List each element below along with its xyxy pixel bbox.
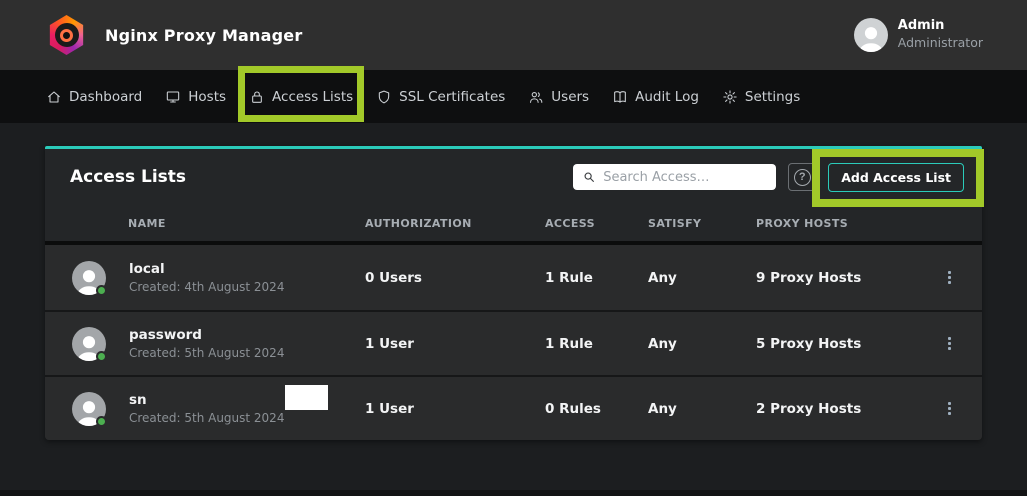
satisfy-value: Any: [648, 336, 756, 352]
access-value: 1 Rule: [545, 270, 648, 286]
online-status-dot: [96, 416, 107, 427]
access-value: 1 Rule: [545, 336, 648, 352]
logo-core: [55, 23, 79, 47]
gear-icon: [722, 89, 738, 105]
column-header-proxy-hosts: PROXY HOSTS: [756, 217, 916, 230]
proxy-hosts-value: 5 Proxy Hosts: [756, 336, 916, 352]
nav-label: Users: [551, 89, 589, 105]
user-menu[interactable]: Admin Administrator: [854, 18, 983, 52]
name-block: local Created: 4th August 2024: [129, 260, 284, 295]
row-avatar-holder: [72, 261, 106, 295]
nav-item-dashboard[interactable]: Dashboard: [46, 70, 142, 123]
column-header-access: ACCESS: [545, 217, 648, 230]
nav-label: Dashboard: [69, 89, 142, 105]
brand: Nginx Proxy Manager: [48, 15, 302, 55]
users-icon: [528, 89, 544, 105]
main-nav: Dashboard Hosts Access Lists SSL Certifi…: [0, 70, 1027, 123]
search-icon: [582, 170, 596, 184]
name-block: sn Created: 5th August 2024: [129, 391, 284, 426]
created-date: Created: 5th August 2024: [129, 410, 284, 426]
nav-label: Settings: [745, 89, 800, 105]
access-value: 0 Rules: [545, 401, 648, 417]
row-avatar-holder: [72, 327, 106, 361]
created-date: Created: 4th August 2024: [129, 279, 284, 295]
person-icon: [854, 20, 888, 52]
satisfy-value: Any: [648, 401, 756, 417]
nav-item-access-lists[interactable]: Access Lists: [249, 70, 353, 123]
access-list-name: local: [129, 260, 284, 278]
column-header-satisfy: SATISFY: [648, 217, 756, 230]
panel-title: Access Lists: [70, 167, 186, 187]
table-row: local Created: 4th August 2024 0 Users 1…: [45, 245, 982, 310]
circle-question-icon: ?: [794, 169, 811, 186]
panel-tools: ? Add Access List: [573, 163, 964, 192]
shield-icon: [376, 89, 392, 105]
row-avatar-holder: [72, 392, 106, 426]
add-access-list-button[interactable]: Add Access List: [828, 163, 964, 192]
access-list-name: password: [129, 326, 284, 344]
panel-header: Access Lists ? Add Access List: [45, 149, 982, 205]
bottom-edge-strip: [0, 490, 1027, 496]
nav-item-users[interactable]: Users: [528, 70, 589, 123]
row-menu-button[interactable]: [916, 337, 982, 350]
nav-label: SSL Certificates: [399, 89, 505, 105]
column-header-authorization: AUTHORIZATION: [365, 217, 545, 230]
monitor-icon: [165, 89, 181, 105]
nav-item-settings[interactable]: Settings: [722, 70, 800, 123]
satisfy-value: Any: [648, 270, 756, 286]
proxy-hosts-value: 9 Proxy Hosts: [756, 270, 916, 286]
add-button-wrap: Add Access List: [828, 163, 964, 192]
table-row: sn Created: 5th August 2024 1 User 0 Rul…: [45, 375, 982, 440]
authorization-value: 1 User: [365, 401, 545, 417]
lock-icon: [249, 89, 265, 105]
page-body: Access Lists ? Add Access List NAME AUTH…: [0, 123, 1027, 490]
user-role: Administrator: [898, 35, 983, 51]
name-cell: password Created: 5th August 2024: [70, 326, 365, 361]
redaction-box: [285, 385, 328, 410]
proxy-hosts-value: 2 Proxy Hosts: [756, 401, 916, 417]
nav-label: Hosts: [188, 89, 226, 105]
online-status-dot: [96, 351, 107, 362]
name-cell: sn Created: 5th August 2024: [70, 391, 365, 426]
row-menu-button[interactable]: [916, 271, 982, 284]
access-list-name-text: sn: [129, 392, 147, 408]
access-lists-panel: Access Lists ? Add Access List NAME AUTH…: [45, 146, 982, 440]
nav-item-ssl-certificates[interactable]: SSL Certificates: [376, 70, 505, 123]
row-menu-button[interactable]: [916, 402, 982, 415]
nav-label: Audit Log: [635, 89, 699, 105]
help-button[interactable]: ?: [788, 163, 816, 191]
access-list-name: sn: [129, 391, 284, 409]
top-bar: Nginx Proxy Manager Admin Administrator: [0, 0, 1027, 70]
column-header-name: NAME: [70, 217, 365, 230]
search-input[interactable]: [603, 170, 767, 185]
nav-label: Access Lists: [272, 89, 353, 105]
user-avatar: [854, 18, 888, 52]
user-name: Admin: [898, 18, 983, 35]
home-icon: [46, 89, 62, 105]
created-date: Created: 5th August 2024: [129, 345, 284, 361]
table-row: password Created: 5th August 2024 1 User…: [45, 310, 982, 375]
nav-item-hosts[interactable]: Hosts: [165, 70, 226, 123]
authorization-value: 1 User: [365, 336, 545, 352]
name-cell: local Created: 4th August 2024: [70, 260, 365, 295]
app-title: Nginx Proxy Manager: [105, 26, 302, 45]
name-block: password Created: 5th August 2024: [129, 326, 284, 361]
authorization-value: 0 Users: [365, 270, 545, 286]
table-header: NAME AUTHORIZATION ACCESS SATISFY PROXY …: [45, 205, 982, 241]
online-status-dot: [96, 285, 107, 296]
app-logo-icon: [48, 15, 85, 55]
book-icon: [612, 89, 628, 105]
user-text: Admin Administrator: [898, 18, 983, 51]
nav-item-audit-log[interactable]: Audit Log: [612, 70, 699, 123]
logo-ring: [60, 29, 73, 42]
search-box: [573, 164, 776, 190]
